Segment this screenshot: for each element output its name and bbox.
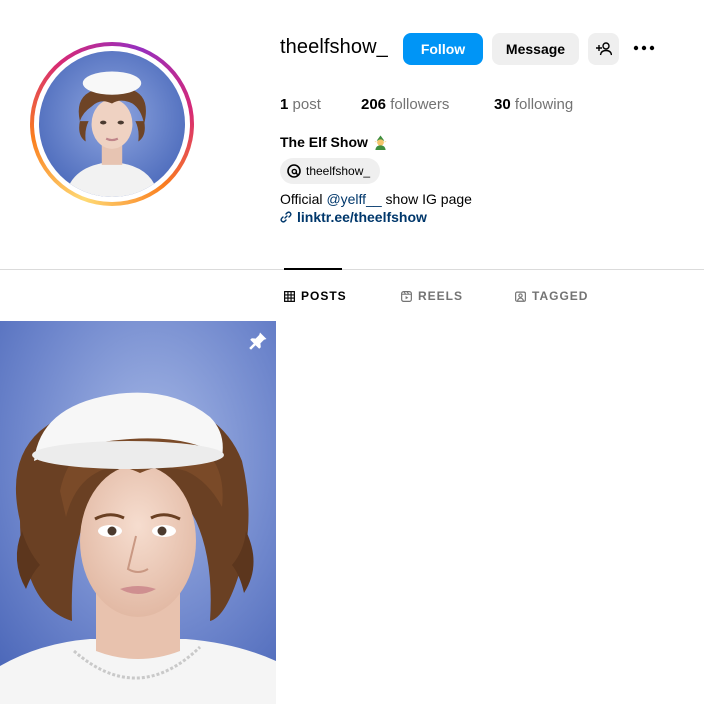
- followers-count-value: 206: [361, 96, 387, 113]
- following-count-value: 30: [494, 96, 511, 113]
- reels-icon: [401, 290, 412, 302]
- posts-count-value: 1: [280, 96, 289, 113]
- tab-posts-label: POSTS: [301, 289, 347, 303]
- avatar-photo: [39, 51, 185, 197]
- pin-icon: [249, 332, 267, 350]
- following-count[interactable]: 30 following: [494, 96, 573, 113]
- bio-mention-link[interactable]: @yelff__: [326, 191, 381, 207]
- threads-handle: theelfshow_: [306, 164, 371, 178]
- display-name-text: The Elf Show: [280, 134, 368, 150]
- follow-button[interactable]: Follow: [403, 33, 483, 65]
- message-button[interactable]: Message: [492, 33, 579, 65]
- more-options-button[interactable]: [630, 36, 658, 60]
- profile-bio: Official @yelff__ show IG page: [280, 191, 472, 207]
- threads-link[interactable]: theelfshow_: [280, 158, 381, 184]
- post-thumbnail[interactable]: [0, 321, 276, 704]
- tabs-divider: [0, 269, 704, 270]
- tab-reels-label: REELS: [418, 289, 464, 303]
- tab-tagged-label: TAGGED: [532, 289, 589, 303]
- bio-prefix: Official: [280, 191, 327, 207]
- link-icon: [280, 211, 292, 223]
- profile-external-link[interactable]: linktr.ee/theelfshow: [280, 209, 427, 225]
- followers-count-label: followers: [390, 96, 450, 113]
- active-tab-indicator: [284, 268, 342, 270]
- more-options-icon: [633, 45, 655, 51]
- profile-username: theelfshow_: [280, 36, 388, 58]
- tagged-icon: [515, 291, 526, 302]
- following-count-label: following: [514, 96, 574, 113]
- posts-count: 1 post: [280, 96, 321, 113]
- profile-display-name: The Elf Show: [280, 134, 388, 150]
- followers-count[interactable]: 206 followers: [361, 96, 449, 113]
- tab-reels[interactable]: REELS: [401, 289, 463, 303]
- posts-count-label: post: [292, 96, 321, 113]
- bio-suffix: show IG page: [381, 191, 472, 207]
- tab-tagged[interactable]: TAGGED: [515, 289, 588, 303]
- suggest-accounts-button[interactable]: [588, 33, 619, 65]
- profile-avatar[interactable]: [30, 42, 194, 206]
- grid-icon: [284, 290, 295, 302]
- elf-emoji-icon: [374, 134, 387, 150]
- avatar-inner: [34, 46, 190, 202]
- link-text: linktr.ee/theelfshow: [297, 209, 427, 225]
- tab-posts[interactable]: POSTS: [284, 289, 347, 303]
- add-user-icon: [595, 42, 612, 56]
- threads-icon: [287, 164, 301, 178]
- post-photo: [0, 321, 276, 704]
